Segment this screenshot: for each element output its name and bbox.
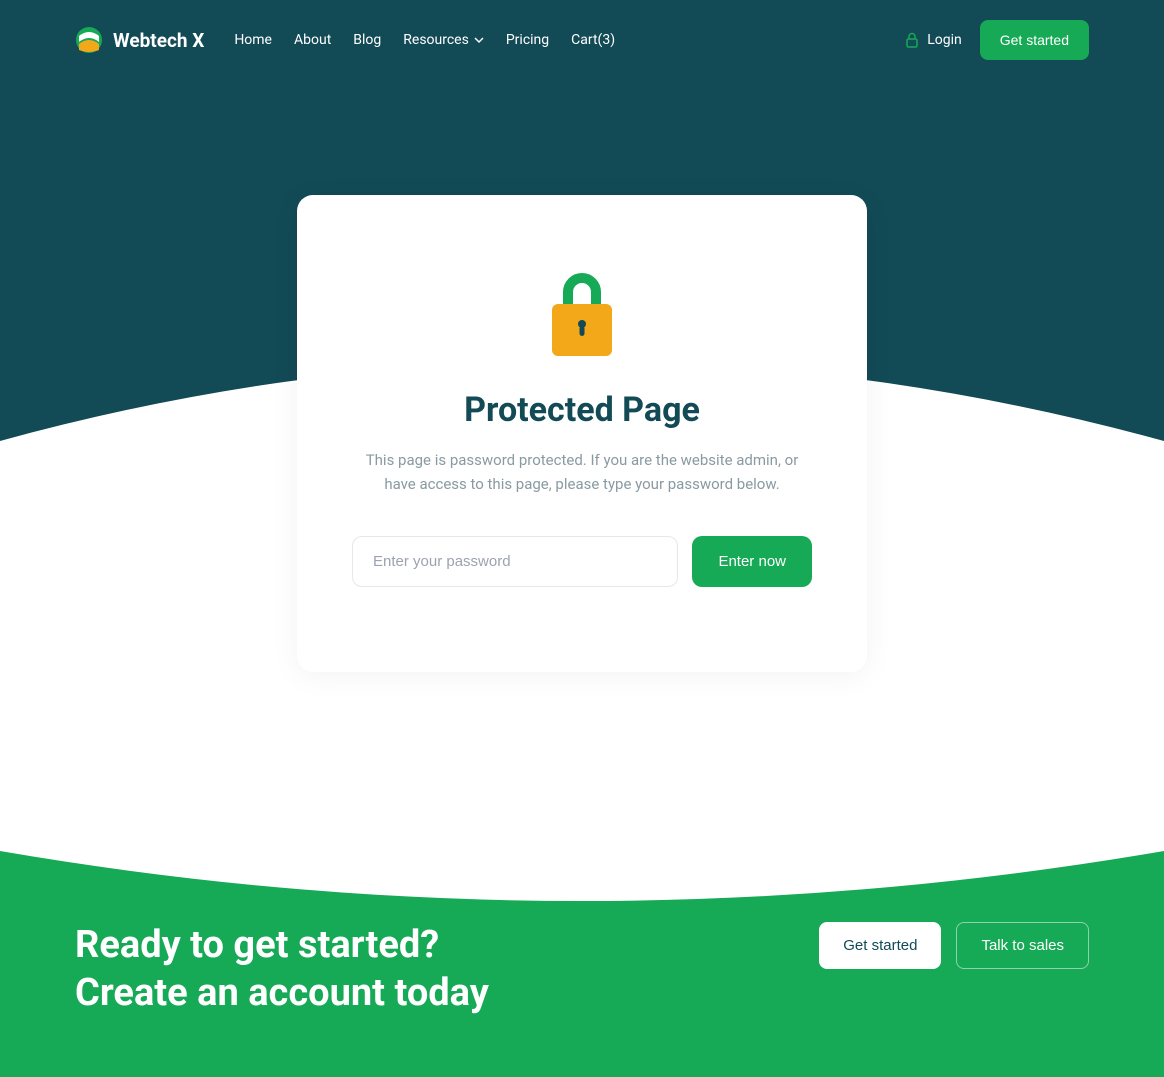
header-left: Webtech X Home About Blog Resources Pric… — [75, 26, 615, 54]
main-nav: Home About Blog Resources Pricing Cart(3… — [234, 32, 615, 48]
nav-blog[interactable]: Blog — [353, 32, 381, 48]
nav-about[interactable]: About — [294, 32, 331, 48]
password-form: Enter now — [352, 536, 812, 587]
card-description: This page is password protected. If you … — [352, 448, 812, 496]
header-right: Login Get started — [905, 20, 1089, 60]
cta-section: Ready to get started? Create an account … — [0, 832, 1164, 1077]
password-input[interactable] — [352, 536, 678, 587]
brand-name: Webtech X — [113, 29, 204, 52]
nav-cart[interactable]: Cart(3) — [571, 32, 615, 48]
protected-card: Protected Page This page is password pro… — [297, 195, 867, 672]
cta-curve — [0, 831, 1164, 911]
main-content: Protected Page This page is password pro… — [0, 80, 1164, 672]
nav-resources[interactable]: Resources — [403, 32, 484, 48]
cta-buttons: Get started Talk to sales — [819, 922, 1089, 969]
header: Webtech X Home About Blog Resources Pric… — [0, 0, 1164, 80]
cta-title-line1: Ready to get started? — [75, 923, 439, 967]
enter-button[interactable]: Enter now — [692, 536, 812, 587]
cta-get-started-button[interactable]: Get started — [819, 922, 941, 969]
cta-title-line2: Create an account today — [75, 971, 489, 1015]
lock-icon — [905, 32, 919, 48]
login-link[interactable]: Login — [905, 32, 962, 48]
cta-content: Ready to get started? Create an account … — [75, 922, 1089, 1017]
nav-resources-label: Resources — [403, 32, 469, 48]
nav-pricing[interactable]: Pricing — [506, 32, 549, 48]
cta-title: Ready to get started? Create an account … — [75, 922, 489, 1017]
chevron-down-icon — [474, 35, 484, 45]
login-label: Login — [927, 32, 962, 48]
card-title: Protected Page — [352, 390, 812, 430]
get-started-button[interactable]: Get started — [980, 20, 1089, 60]
logo-icon — [75, 26, 103, 54]
talk-to-sales-button[interactable]: Talk to sales — [956, 922, 1089, 969]
nav-home[interactable]: Home — [234, 32, 272, 48]
logo[interactable]: Webtech X — [75, 26, 204, 54]
lock-icon-large — [546, 270, 618, 360]
